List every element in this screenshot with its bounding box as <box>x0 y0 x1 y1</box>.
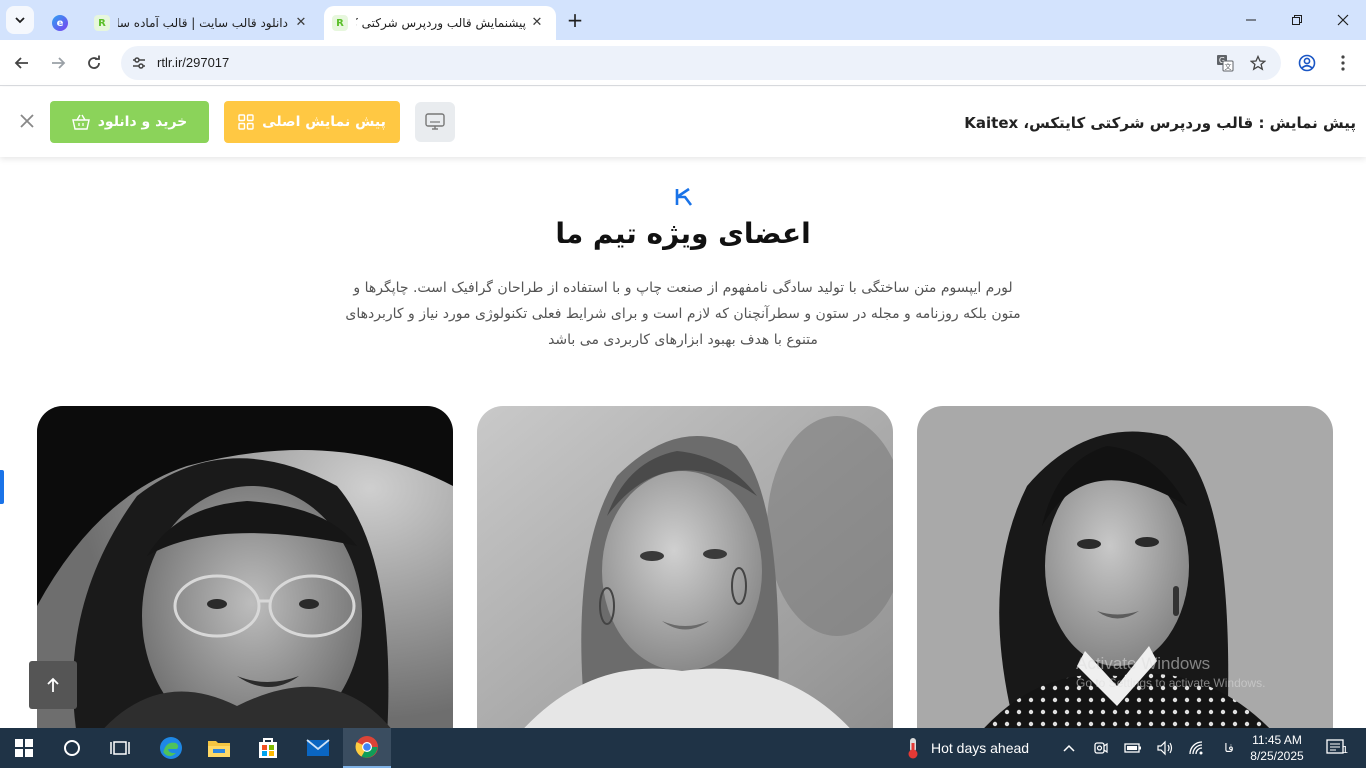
edge-taskbar-button[interactable] <box>147 728 195 768</box>
reload-button[interactable] <box>79 48 109 78</box>
cortana-circle-icon <box>64 740 80 756</box>
new-tab-button[interactable]: + <box>563 9 587 33</box>
address-bar[interactable]: rtlr.ir/297017 G文 <box>121 46 1281 80</box>
site-settings-icon[interactable] <box>129 53 149 73</box>
profile-icon <box>1298 54 1316 72</box>
team-member-photo <box>37 406 453 728</box>
clock-time: 11:45 AM <box>1252 733 1302 747</box>
side-scroll-indicator <box>0 470 4 504</box>
profile-button[interactable] <box>1292 48 1322 78</box>
scroll-to-top-button[interactable] <box>29 661 77 709</box>
translate-icon[interactable]: G文 <box>1215 53 1235 73</box>
monitor-icon <box>425 113 445 130</box>
meet-now-button[interactable] <box>1090 728 1112 768</box>
preview-header: پیش نمایش : قالب وردپرس شرکتی کایتکس، Ka… <box>0 87 1366 157</box>
restore-icon <box>1292 15 1302 25</box>
arrow-right-icon <box>52 57 66 69</box>
section-title: اعضای ویژه تیم ما <box>555 217 811 250</box>
tab-title: پیشنمایش قالب وردپرس شرکتی کا <box>356 16 526 30</box>
grid-icon <box>238 114 254 130</box>
team-section: اعضای ویژه تیم ما لورم ایپسوم متن ساختگی… <box>0 157 1366 728</box>
windows-taskbar: Hot days ahead فا 11:45 AM 8/25/2025 1 <box>0 728 1366 768</box>
close-preview-button[interactable] <box>16 111 38 133</box>
buy-download-button[interactable]: خرید و دانلود <box>50 101 209 143</box>
basket-icon <box>71 114 90 130</box>
close-icon <box>1337 14 1349 26</box>
weather-text: Hot days ahead <box>931 740 1030 756</box>
back-button[interactable] <box>7 48 37 78</box>
chevron-up-icon <box>1063 744 1075 752</box>
url-text: rtlr.ir/297017 <box>157 55 230 70</box>
task-view-button[interactable] <box>96 728 144 768</box>
watermark-subtitle: Go to Settings to activate Windows. <box>1076 676 1266 690</box>
windows-activation-watermark: Activate Windows Go to Settings to activ… <box>1076 654 1265 690</box>
start-button[interactable] <box>0 728 48 768</box>
task-view-icon <box>110 741 130 755</box>
device-toggle-button[interactable] <box>415 102 455 142</box>
speaker-icon <box>1157 740 1173 756</box>
tab-template-download[interactable]: R دانلود قالب سایت | قالب آماده سا ✕ <box>84 6 320 40</box>
preview-title: پیش نمایش : قالب وردپرس شرکتی کایتکس، Ka… <box>964 114 1356 132</box>
reload-icon <box>88 55 100 69</box>
browser-toolbar: rtlr.ir/297017 G文 <box>0 40 1366 86</box>
edge-copilot-icon: e <box>52 15 68 31</box>
kaitex-logo-icon <box>675 187 693 206</box>
rtl-theme-icon: R <box>332 15 348 31</box>
tab-copilot[interactable]: e <box>44 6 80 40</box>
wifi-icon <box>1189 741 1203 755</box>
team-member-photo <box>477 406 893 728</box>
restore-button[interactable] <box>1274 0 1320 40</box>
buy-button-label: خرید و دانلود <box>97 114 188 130</box>
tab-title: دانلود قالب سایت | قالب آماده سا <box>118 16 288 30</box>
input-language[interactable]: فا <box>1218 728 1240 768</box>
main-demo-button[interactable]: پیش نمایش اصلی <box>224 101 400 143</box>
demo-button-label: پیش نمایش اصلی <box>262 114 386 130</box>
tray-overflow-button[interactable] <box>1058 728 1080 768</box>
store-icon <box>259 738 277 758</box>
camera-icon <box>1094 742 1108 754</box>
network-status[interactable] <box>1186 728 1208 768</box>
watermark-title: Activate Windows <box>1076 654 1211 673</box>
minimize-icon <box>1246 19 1256 21</box>
mail-icon <box>306 739 330 756</box>
close-icon[interactable]: ✕ <box>292 14 310 32</box>
close-window-button[interactable] <box>1320 0 1366 40</box>
notification-count: 1 <box>1342 745 1349 756</box>
weather-widget[interactable]: Hot days ahead <box>903 728 1029 768</box>
battery-status[interactable] <box>1122 728 1144 768</box>
tab-search-button[interactable] <box>6 6 34 34</box>
arrow-left-icon <box>14 57 28 69</box>
folder-icon <box>208 741 230 757</box>
team-member-card[interactable] <box>37 406 453 728</box>
section-description: لورم ایپسوم متن ساختگی با تولید سادگی نا… <box>345 280 1021 348</box>
browser-tab-bar: e R دانلود قالب سایت | قالب آماده سا ✕ R… <box>0 0 1366 40</box>
team-member-card[interactable] <box>477 406 893 728</box>
bookmark-star-icon[interactable] <box>1248 53 1268 73</box>
battery-icon <box>1124 743 1141 753</box>
chrome-browser-icon <box>355 736 378 758</box>
minimize-button[interactable] <box>1228 0 1274 40</box>
store-button[interactable] <box>244 728 292 768</box>
mail-button[interactable] <box>294 728 342 768</box>
edge-browser-icon <box>160 737 182 759</box>
windows-logo-icon <box>15 739 33 757</box>
notification-center-button[interactable]: 1 <box>1318 728 1354 768</box>
tab-preview-active[interactable]: R پیشنمایش قالب وردپرس شرکتی کا ✕ <box>324 6 556 40</box>
search-button[interactable] <box>48 728 96 768</box>
close-icon[interactable]: ✕ <box>528 14 546 32</box>
chevron-down-icon <box>15 17 25 24</box>
close-icon <box>20 114 34 128</box>
svg-text:文: 文 <box>1225 62 1232 71</box>
thermometer-icon <box>908 738 918 759</box>
file-explorer-button[interactable] <box>195 728 243 768</box>
forward-button[interactable] <box>43 48 73 78</box>
clock-date: 8/25/2025 <box>1250 749 1304 763</box>
chrome-taskbar-button[interactable] <box>343 728 391 768</box>
arrow-up-icon <box>47 677 59 692</box>
system-clock[interactable]: 11:45 AM 8/25/2025 <box>1247 732 1307 764</box>
browser-menu-button[interactable] <box>1328 48 1358 78</box>
volume-control[interactable] <box>1154 728 1176 768</box>
more-vert-icon <box>1341 55 1345 71</box>
rtl-theme-icon: R <box>94 15 110 31</box>
